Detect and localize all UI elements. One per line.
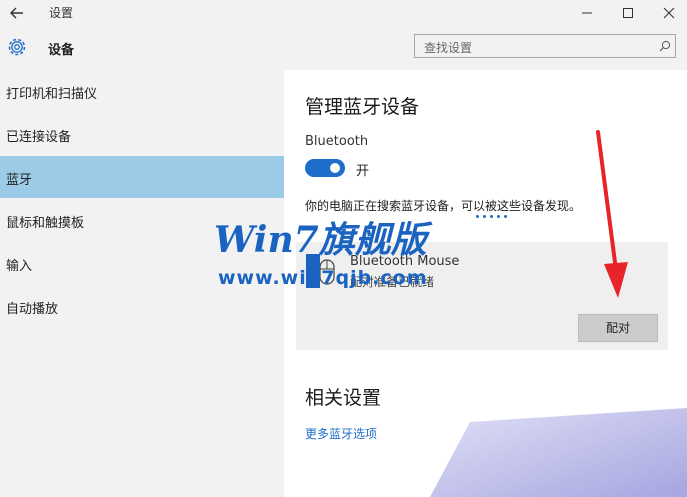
back-button[interactable]	[8, 4, 26, 22]
minimize-button[interactable]	[570, 0, 604, 26]
sidebar-item-label: 蓝牙	[6, 173, 33, 188]
sidebar-item-label: 鼠标和触摸板	[6, 216, 85, 231]
sidebar-item-label: 已连接设备	[6, 130, 72, 145]
sidebar-item-printers[interactable]: 打印机和扫描仪	[0, 70, 284, 112]
mouse-icon	[319, 259, 335, 285]
close-icon	[663, 7, 675, 19]
sidebar: 打印机和扫描仪 已连接设备 蓝牙 鼠标和触摸板 输入 自动播放	[0, 70, 284, 497]
search-input[interactable]: 查找设置	[414, 34, 676, 58]
gear-icon	[8, 38, 26, 56]
sidebar-item-autoplay[interactable]: 自动播放	[0, 285, 284, 327]
sidebar-item-mouse-touchpad[interactable]: 鼠标和触摸板	[0, 199, 284, 241]
main-content: 管理蓝牙设备 Bluetooth 开 你的电脑正在搜索蓝牙设备，可以被这些设备发…	[284, 70, 687, 497]
search-icon[interactable]	[659, 40, 671, 52]
page-title: 设备	[48, 43, 75, 58]
toggle-state-label: 开	[356, 164, 370, 179]
title-bar: 设置	[0, 0, 687, 26]
bluetooth-toggle[interactable]	[305, 159, 345, 177]
window-title: 设置	[49, 6, 74, 20]
maximize-button[interactable]	[611, 0, 645, 26]
sidebar-item-label: 自动播放	[6, 302, 59, 317]
section-title: 管理蓝牙设备	[305, 96, 420, 118]
device-card[interactable]: Bluetooth Mouse 配对准备已就绪 配对	[296, 242, 668, 350]
more-bluetooth-options-link[interactable]: 更多蓝牙选项	[305, 425, 377, 442]
search-placeholder: 查找设置	[424, 41, 473, 55]
device-status: 配对准备已就绪	[350, 275, 435, 289]
pair-button[interactable]: 配对	[578, 314, 658, 342]
sidebar-item-connected-devices[interactable]: 已连接设备	[0, 113, 284, 155]
device-name: Bluetooth Mouse	[350, 254, 460, 269]
related-settings-title: 相关设置	[305, 387, 382, 409]
header: 设备 查找设置	[0, 26, 687, 70]
searching-message: 你的电脑正在搜索蓝牙设备，可以被这些设备发现。	[305, 199, 582, 213]
toggle-knob	[330, 163, 340, 173]
maximize-icon	[623, 8, 633, 18]
close-button[interactable]	[652, 0, 686, 26]
back-arrow-icon	[10, 7, 23, 19]
sidebar-item-typing[interactable]: 输入	[0, 242, 284, 284]
bluetooth-label: Bluetooth	[305, 134, 369, 149]
sidebar-item-label: 输入	[6, 259, 33, 274]
sidebar-item-bluetooth[interactable]: 蓝牙	[0, 156, 284, 198]
sidebar-item-label: 打印机和扫描仪	[6, 87, 98, 102]
minimize-icon	[582, 12, 592, 14]
progress-dots	[476, 215, 507, 218]
